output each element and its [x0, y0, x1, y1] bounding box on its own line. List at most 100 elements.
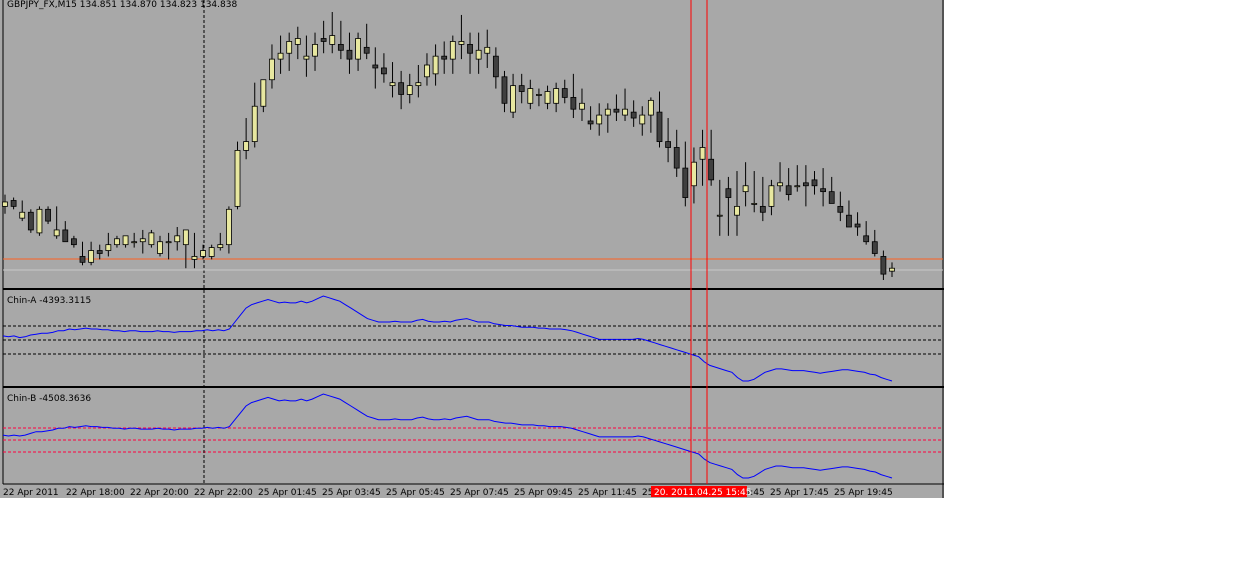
candle-bull[interactable]	[389, 82, 396, 87]
candle-bull[interactable]	[234, 150, 241, 207]
candle-bull[interactable]	[432, 55, 439, 75]
candle-bear[interactable]	[802, 182, 809, 187]
candle-bear[interactable]	[79, 256, 86, 263]
candle-bull[interactable]	[191, 256, 198, 260]
candle-bull[interactable]	[510, 85, 516, 113]
candle-bull[interactable]	[303, 55, 310, 60]
candle-bear[interactable]	[372, 64, 379, 69]
candle-bull[interactable]	[114, 238, 120, 246]
candle-bear[interactable]	[656, 111, 663, 142]
chin-b-panel[interactable]	[3, 390, 943, 483]
candle-bull[interactable]	[716, 214, 723, 217]
candle-bull[interactable]	[36, 208, 43, 234]
candle-bull[interactable]	[122, 235, 129, 246]
candle-bull[interactable]	[174, 235, 181, 243]
candle-bear[interactable]	[880, 256, 887, 275]
candle-bull[interactable]	[329, 35, 336, 45]
candle-bear[interactable]	[561, 88, 568, 98]
candle-bull[interactable]	[157, 241, 163, 254]
candle-bear[interactable]	[837, 205, 844, 213]
candle-bull[interactable]	[734, 205, 740, 216]
candle-bear[interactable]	[785, 185, 792, 195]
candle-bear[interactable]	[820, 188, 827, 193]
candle-bear[interactable]	[320, 38, 327, 42]
candle-bear[interactable]	[570, 97, 577, 110]
candle-bull[interactable]	[742, 185, 749, 193]
candle-bull[interactable]	[139, 238, 146, 243]
candle-bear[interactable]	[725, 188, 732, 198]
candle-bear[interactable]	[708, 158, 715, 181]
candle-bull[interactable]	[131, 241, 138, 244]
candle-bull[interactable]	[243, 141, 250, 151]
candle-bull[interactable]	[544, 91, 551, 104]
candle-bull[interactable]	[596, 114, 603, 125]
candle-bull[interactable]	[148, 232, 155, 246]
candle-bull[interactable]	[2, 201, 8, 207]
candle-bull[interactable]	[691, 161, 697, 187]
candle-bull[interactable]	[19, 211, 26, 219]
candle-bear[interactable]	[673, 147, 680, 169]
candle-bear[interactable]	[398, 82, 405, 95]
candle-bear[interactable]	[613, 108, 620, 113]
candle-bear[interactable]	[846, 214, 852, 228]
candle-bear[interactable]	[381, 67, 387, 75]
candle-bull[interactable]	[622, 108, 628, 116]
candle-bear[interactable]	[337, 43, 344, 51]
candle-bear[interactable]	[346, 49, 353, 60]
candle-bull[interactable]	[260, 79, 267, 107]
candle-bull[interactable]	[88, 250, 95, 263]
candle-bull[interactable]	[458, 41, 465, 45]
candle-bull[interactable]	[217, 244, 224, 249]
candle-bear[interactable]	[871, 241, 878, 254]
candle-bear[interactable]	[759, 205, 766, 213]
candle-bear[interactable]	[518, 85, 525, 92]
candle-bull[interactable]	[286, 41, 293, 54]
candle-bull[interactable]	[751, 203, 758, 205]
candle-bull[interactable]	[406, 85, 413, 95]
candle-bull[interactable]	[604, 108, 611, 116]
candle-bull[interactable]	[105, 244, 112, 251]
candle-bull[interactable]	[424, 64, 430, 78]
candle-bull[interactable]	[484, 46, 491, 54]
candle-bear[interactable]	[10, 200, 17, 207]
candle-bear[interactable]	[630, 111, 637, 119]
candle-bull[interactable]	[277, 52, 284, 60]
candle-bull[interactable]	[768, 185, 775, 207]
candle-bull[interactable]	[889, 267, 895, 272]
candle-bear[interactable]	[501, 76, 508, 104]
candle-bull[interactable]	[579, 102, 585, 110]
candle-bull[interactable]	[553, 88, 560, 104]
candle-bull[interactable]	[415, 82, 422, 87]
candle-bull[interactable]	[639, 114, 646, 125]
candle-bull[interactable]	[182, 229, 189, 246]
candle-bull[interactable]	[536, 94, 542, 96]
candle-bull[interactable]	[269, 58, 275, 81]
candle-bull[interactable]	[226, 208, 232, 246]
candle-bull[interactable]	[777, 182, 783, 187]
candle-bear[interactable]	[467, 43, 473, 54]
candle-bull[interactable]	[294, 38, 301, 45]
candle-bull[interactable]	[794, 185, 801, 188]
candle-bear[interactable]	[682, 167, 689, 198]
candle-bull[interactable]	[200, 250, 206, 257]
candle-bull[interactable]	[251, 105, 258, 142]
candle-bear[interactable]	[363, 46, 370, 54]
candle-bull[interactable]	[208, 247, 215, 257]
candle-bear[interactable]	[441, 55, 448, 60]
candle-bear[interactable]	[45, 208, 51, 222]
candle-bull[interactable]	[647, 99, 654, 116]
main-panel[interactable]	[3, 0, 943, 287]
candle-bull[interactable]	[53, 229, 60, 237]
candle-bear[interactable]	[665, 141, 671, 148]
candle-bear[interactable]	[854, 223, 861, 228]
candle-bull[interactable]	[699, 147, 706, 160]
candle-bear[interactable]	[492, 55, 499, 78]
candle-bull[interactable]	[165, 241, 172, 244]
candle-bear[interactable]	[62, 229, 69, 243]
candle-bull[interactable]	[475, 49, 482, 60]
candle-bear[interactable]	[70, 238, 77, 246]
candle-bear[interactable]	[863, 235, 870, 243]
chart-window[interactable]: GBPJPY_FX,M15 134.851 134.870 134.823 13…	[0, 0, 944, 498]
candle-bear[interactable]	[27, 211, 34, 231]
candle-bear[interactable]	[96, 250, 103, 254]
